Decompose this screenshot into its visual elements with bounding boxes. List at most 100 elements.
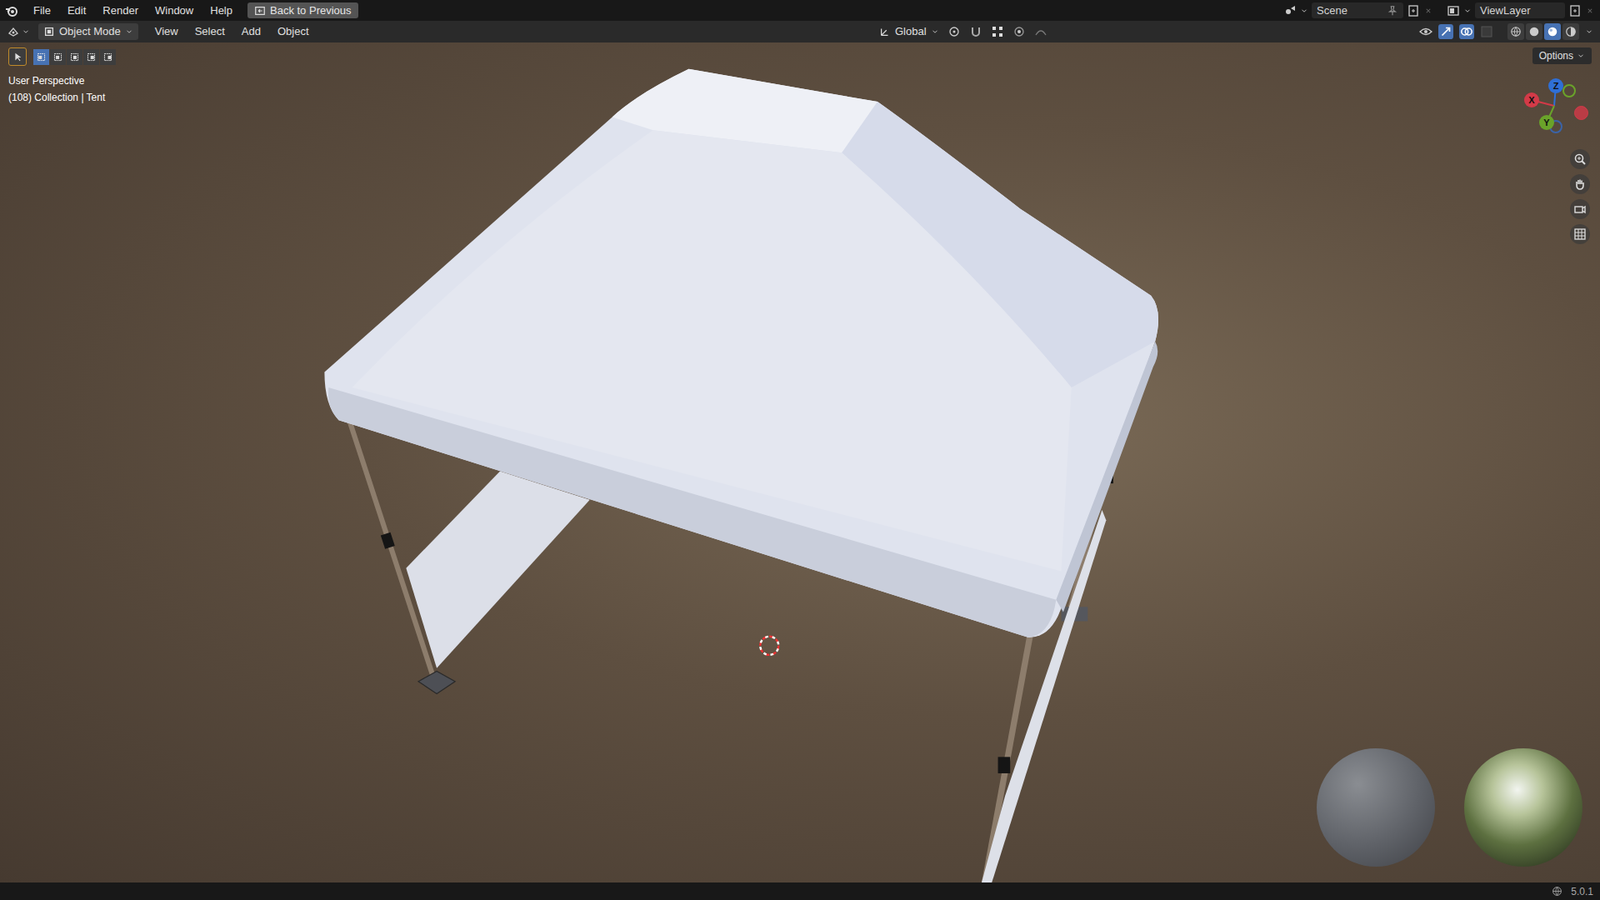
- zoom-icon: [1573, 152, 1587, 166]
- options-label: Options: [1539, 48, 1574, 64]
- shading-mode-icon: [1528, 25, 1540, 38]
- navigation-button[interactable]: [1570, 149, 1590, 170]
- 3d-viewport[interactable]: Options User Perspective(108) Collection…: [0, 42, 1600, 883]
- pan-hand-icon: [1573, 177, 1587, 191]
- navigation-button[interactable]: [1570, 174, 1590, 195]
- orientation-dropdown[interactable]: Global: [879, 23, 940, 40]
- scene-name: Scene: [1316, 2, 1348, 20]
- camera-view-icon: [1573, 202, 1587, 216]
- y-axis[interactable]: Y: [1539, 115, 1555, 130]
- shading-mode-button[interactable]: [1544, 23, 1561, 40]
- menu-item[interactable]: Render: [95, 2, 145, 20]
- axis-label: X: [1528, 93, 1535, 108]
- select-tool-button[interactable]: [8, 47, 27, 66]
- tool-row: [8, 47, 116, 66]
- options-button[interactable]: Options: [1532, 47, 1592, 65]
- dropdown-icon[interactable]: [1585, 27, 1594, 36]
- object-info: (108) Collection | Tent: [8, 90, 105, 105]
- view-layer-name: ViewLayer: [1480, 2, 1530, 20]
- header-center: Global: [879, 23, 1048, 40]
- axis-label: Z: [1553, 79, 1560, 94]
- network-icon[interactable]: [1551, 885, 1563, 897]
- dropdown-icon: [1576, 51, 1585, 60]
- view-layer-selector[interactable]: ViewLayer: [1446, 2, 1595, 20]
- version-label: 5.0.1: [1570, 884, 1594, 900]
- matcap-sphere: [1316, 748, 1435, 867]
- top-right: Scene ViewLayer: [1283, 2, 1595, 20]
- select-mode-icon: [69, 51, 80, 63]
- status-bar: 5.0.1: [0, 882, 1600, 900]
- dropdown-icon: [1463, 6, 1472, 15]
- falloff-icon[interactable]: [1034, 25, 1048, 39]
- shading-mode-button[interactable]: [1507, 23, 1525, 40]
- menu-item[interactable]: Help: [203, 2, 240, 20]
- top-left: FileEditRenderWindowHelp Back to Previous: [5, 2, 359, 20]
- orientation-label: Global: [895, 23, 927, 40]
- menu-item[interactable]: File: [26, 2, 58, 20]
- navigation-button[interactable]: [1570, 224, 1590, 245]
- pivot-icon[interactable]: [947, 25, 961, 39]
- shading-mode-button[interactable]: [1562, 23, 1580, 40]
- viewport-info: User Perspective(108) Collection | Tent: [8, 73, 105, 105]
- scene-field[interactable]: Scene: [1311, 2, 1404, 20]
- select-mode-button[interactable]: [100, 49, 116, 65]
- overlay-toggle-icon[interactable]: [1459, 24, 1475, 40]
- shading-mode-icon: [1510, 25, 1522, 38]
- mode-dropdown[interactable]: Object Mode: [38, 23, 139, 40]
- dropdown-icon: [21, 27, 30, 36]
- select-mode-button[interactable]: [66, 49, 83, 65]
- navigation-gizmo[interactable]: Z XY: [1520, 75, 1596, 139]
- back-to-previous-button[interactable]: Back to Previous: [247, 2, 359, 20]
- select-mode-button[interactable]: [33, 49, 50, 65]
- shading-modes: [1507, 23, 1580, 40]
- select-mode-icon: [102, 51, 114, 63]
- select-modes: [33, 49, 116, 65]
- blender-logo-icon[interactable]: [5, 4, 19, 18]
- axis-label: Y: [1543, 115, 1550, 130]
- select-mode-button[interactable]: [50, 49, 66, 65]
- menu-item[interactable]: Window: [148, 2, 200, 20]
- select-mode-button[interactable]: [83, 49, 100, 65]
- navigation-button[interactable]: [1570, 199, 1590, 220]
- visibility-icon[interactable]: [1419, 25, 1433, 39]
- menu-item[interactable]: Edit: [60, 2, 93, 20]
- view-name: User Perspective: [8, 73, 105, 89]
- negative-y-axis[interactable]: [1562, 84, 1576, 98]
- mode-label: Object Mode: [59, 23, 121, 40]
- dropdown-icon: [1300, 6, 1309, 15]
- editor-type-button[interactable]: [6, 25, 30, 39]
- cursor-icon: [11, 50, 24, 63]
- negative-x-axis[interactable]: [1574, 105, 1589, 120]
- header-menu[interactable]: Object: [270, 23, 316, 40]
- scene-icon[interactable]: [1283, 4, 1297, 18]
- snap-target-icon[interactable]: [990, 25, 1005, 39]
- header-menu[interactable]: View: [148, 23, 185, 40]
- close-icon[interactable]: [1423, 5, 1434, 16]
- header-right: [1419, 23, 1594, 40]
- header-left: Object Mode ViewSelectAddObject: [6, 23, 316, 40]
- scene-selector[interactable]: Scene: [1283, 2, 1434, 20]
- new-layer-icon[interactable]: [1568, 4, 1582, 18]
- header-menu[interactable]: Select: [188, 23, 232, 40]
- shading-mode-button[interactable]: [1525, 23, 1543, 40]
- view-layer-icon[interactable]: [1446, 4, 1460, 18]
- preview-spheres: [1316, 748, 1583, 867]
- header-menu[interactable]: Add: [235, 23, 268, 40]
- shading-mode-icon: [1565, 25, 1577, 38]
- x-axis[interactable]: X: [1524, 92, 1540, 108]
- dropdown-icon: [930, 27, 940, 36]
- snap-icon[interactable]: [969, 25, 983, 39]
- orientation-icon: [879, 25, 891, 38]
- new-scene-icon[interactable]: [1406, 4, 1420, 18]
- proportional-icon[interactable]: [1012, 25, 1026, 39]
- dropdown-icon: [125, 27, 134, 36]
- close-icon[interactable]: [1585, 5, 1595, 16]
- hdri-sphere: [1464, 748, 1583, 867]
- viewport-header: Object Mode ViewSelectAddObject Global: [0, 20, 1600, 43]
- view-layer-field[interactable]: ViewLayer: [1475, 2, 1565, 20]
- pin-icon[interactable]: [1386, 5, 1399, 17]
- gizmo-toggle-icon[interactable]: [1438, 24, 1454, 40]
- xray-icon[interactable]: [1480, 25, 1494, 39]
- grid-view-icon: [1573, 227, 1587, 241]
- z-axis[interactable]: Z: [1548, 78, 1564, 94]
